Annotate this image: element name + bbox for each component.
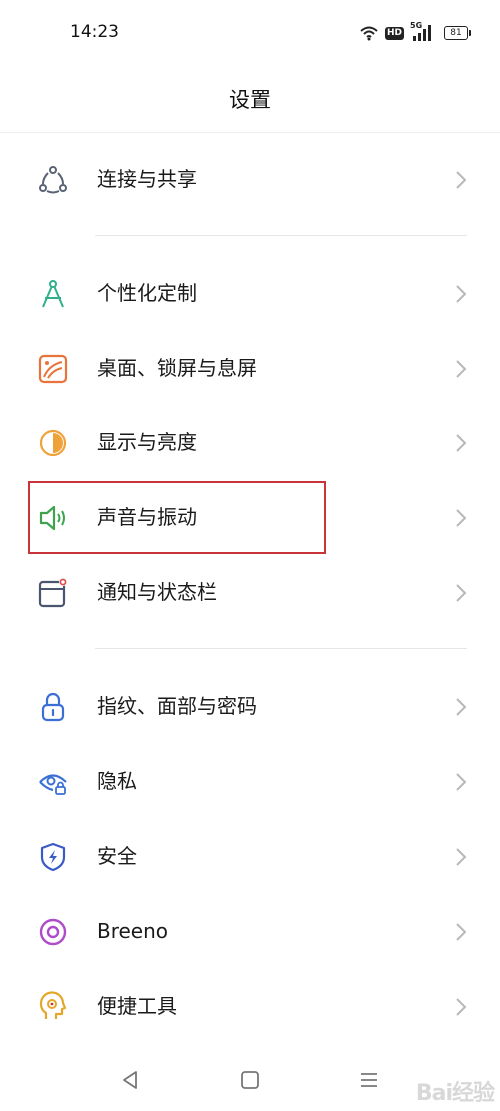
- battery-icon: 81: [444, 26, 471, 40]
- chevron-right-icon: [456, 434, 467, 452]
- speaker-icon: [39, 505, 65, 531]
- settings-item-label: 便捷工具: [97, 994, 177, 1018]
- settings-item-convenience-tools[interactable]: 便捷工具: [0, 971, 500, 1041]
- hd-badge: HD: [384, 26, 404, 40]
- settings-item-label: 指纹、面部与密码: [97, 694, 257, 718]
- settings-item-fingerprint-face-password[interactable]: 指纹、面部与密码: [0, 671, 500, 741]
- status-icons: HD 5G 81: [359, 20, 471, 46]
- settings-item-sound-vibration[interactable]: 声音与振动: [0, 482, 500, 552]
- lock-icon: [41, 692, 65, 722]
- signal-icon: 5G: [410, 21, 434, 42]
- page-title: 设置: [229, 88, 271, 112]
- settings-item-personalization[interactable]: 个性化定制: [0, 258, 500, 328]
- status-bar: 14:23 HD 5G 81: [0, 0, 500, 66]
- back-icon[interactable]: [118, 1068, 142, 1092]
- status-time: 14:23: [70, 22, 119, 42]
- navigation-bar: Bai经验: [0, 1050, 500, 1111]
- home-icon[interactable]: [238, 1068, 262, 1092]
- settings-item-label: 声音与振动: [97, 505, 197, 529]
- compass-icon: [42, 280, 64, 308]
- settings-item-label: 隐私: [97, 769, 137, 793]
- settings-item-breeno[interactable]: Breeno: [0, 896, 500, 966]
- privacy-eye-icon: [39, 774, 67, 795]
- recent-apps-icon[interactable]: [357, 1068, 381, 1092]
- wallpaper-icon: [38, 354, 68, 384]
- chevron-right-icon: [456, 773, 467, 791]
- settings-item-desktop-lockscreen[interactable]: 桌面、锁屏与息屏: [0, 333, 500, 403]
- chevron-right-icon: [456, 848, 467, 866]
- settings-item-label: Breeno: [97, 919, 169, 943]
- chevron-right-icon: [456, 171, 467, 189]
- settings-item-privacy[interactable]: 隐私: [0, 746, 500, 816]
- chevron-right-icon: [456, 923, 467, 941]
- chevron-right-icon: [456, 998, 467, 1016]
- settings-item-label: 个性化定制: [97, 281, 197, 305]
- convenience-tools-icon: [39, 991, 67, 1019]
- shield-icon: [40, 842, 66, 872]
- breeno-icon: [39, 918, 67, 946]
- settings-item-label: 显示与亮度: [97, 430, 197, 454]
- share-nodes-icon: [39, 166, 67, 194]
- notification-icon: [38, 578, 67, 608]
- settings-item-label: 安全: [97, 844, 137, 868]
- settings-item-display-brightness[interactable]: 显示与亮度: [0, 407, 500, 477]
- chevron-right-icon: [456, 698, 467, 716]
- settings-item-label: 通知与状态栏: [97, 580, 217, 604]
- header-divider: [0, 132, 500, 133]
- settings-item-notification-statusbar[interactable]: 通知与状态栏: [0, 557, 500, 627]
- chevron-right-icon: [456, 360, 467, 378]
- brightness-icon: [39, 429, 67, 457]
- wifi-icon: [360, 26, 378, 41]
- chevron-right-icon: [456, 285, 467, 303]
- settings-item-label: 连接与共享: [97, 167, 197, 191]
- chevron-right-icon: [456, 509, 467, 527]
- chevron-right-icon: [456, 584, 467, 602]
- section-divider: [95, 648, 467, 649]
- section-divider: [95, 235, 467, 236]
- settings-item-connection-sharing[interactable]: 连接与共享: [0, 144, 500, 214]
- watermark: Bai经验: [415, 1081, 495, 1106]
- settings-item-security[interactable]: 安全: [0, 821, 500, 891]
- settings-item-label: 桌面、锁屏与息屏: [97, 356, 257, 380]
